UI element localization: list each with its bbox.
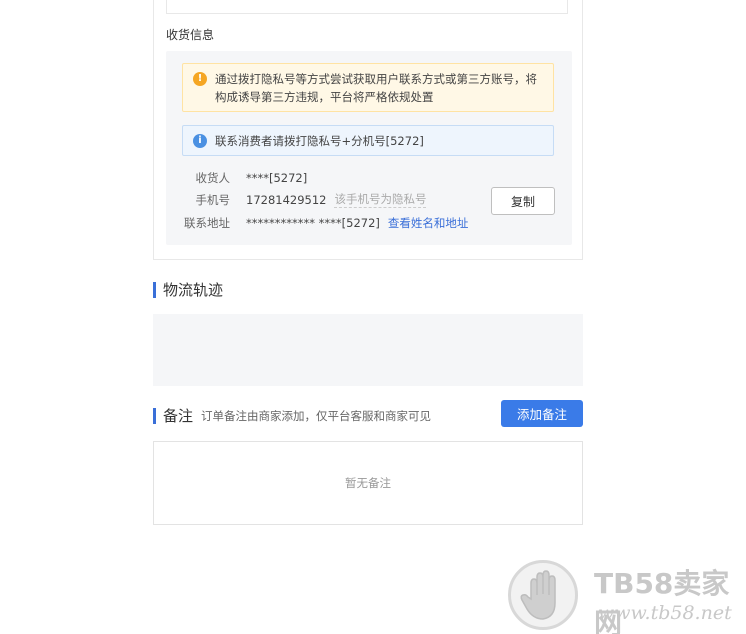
warning-alert: ! 通过拨打隐私号等方式尝试获取用户联系方式或第三方账号，将构成诱导第三方违规，… bbox=[182, 63, 554, 112]
receiver-info-box: ! 通过拨打隐私号等方式尝试获取用户联系方式或第三方账号，将构成诱导第三方违规，… bbox=[166, 51, 572, 245]
receiver-section-title: 收货信息 bbox=[166, 28, 215, 42]
previous-table-edge bbox=[166, 0, 568, 14]
receiver-address-row: 联系地址 ************ ****[5272] 查看姓名和地址 bbox=[182, 214, 468, 232]
receiver-phone-row: 手机号 17281429512 该手机号为隐私号 bbox=[182, 191, 427, 209]
notes-box: 暂无备注 bbox=[153, 441, 583, 525]
privacy-number-hint[interactable]: 该手机号为隐私号 bbox=[334, 192, 427, 208]
info-text: 联系消费者请拨打隐私号+分机号[5272] bbox=[215, 134, 424, 148]
warning-text: 通过拨打隐私号等方式尝试获取用户联系方式或第三方账号，将构成诱导第三方违规，平台… bbox=[215, 72, 537, 104]
order-info-card: 收货信息 ! 通过拨打隐私号等方式尝试获取用户联系方式或第三方账号，将构成诱导第… bbox=[153, 0, 583, 260]
notes-subtitle: 订单备注由商家添加，仅平台客服和商家可见 bbox=[201, 408, 432, 423]
warning-icon: ! bbox=[193, 72, 207, 86]
info-icon: i bbox=[193, 134, 207, 148]
logistics-title: 物流轨迹 bbox=[163, 281, 224, 299]
section-accent-bar bbox=[153, 281, 156, 298]
notes-empty-text: 暂无备注 bbox=[345, 476, 391, 490]
receiver-address-value: ************ ****[5272] bbox=[246, 216, 380, 230]
info-alert: i 联系消费者请拨打隐私号+分机号[5272] bbox=[182, 125, 554, 156]
logistics-header: 物流轨迹 bbox=[153, 279, 223, 300]
order-detail-page: 收货信息 ! 通过拨打隐私号等方式尝试获取用户联系方式或第三方账号，将构成诱导第… bbox=[0, 0, 746, 634]
receiver-phone-value: 17281429512 bbox=[246, 193, 327, 207]
receiver-name-label: 收货人 bbox=[195, 171, 231, 185]
copy-button[interactable]: 复制 bbox=[491, 187, 555, 215]
add-note-button[interactable]: 添加备注 bbox=[501, 400, 583, 427]
receiver-name-row: 收货人 ****[5272] bbox=[182, 169, 308, 187]
hand-logo-icon bbox=[508, 560, 578, 630]
watermark: TB58卖家网 www.tb58.net bbox=[508, 560, 744, 634]
notes-header: 备注 订单备注由商家添加，仅平台客服和商家可见 bbox=[153, 405, 431, 426]
receiver-name-value: ****[5272] bbox=[246, 171, 308, 185]
receiver-address-label: 联系地址 bbox=[184, 216, 230, 230]
view-name-address-link[interactable]: 查看姓名和地址 bbox=[388, 214, 469, 232]
receiver-phone-label: 手机号 bbox=[195, 193, 231, 207]
watermark-url: www.tb58.net bbox=[598, 602, 732, 624]
section-accent-bar bbox=[153, 407, 156, 424]
logistics-track-box bbox=[153, 314, 583, 386]
notes-title: 备注 bbox=[163, 407, 194, 425]
